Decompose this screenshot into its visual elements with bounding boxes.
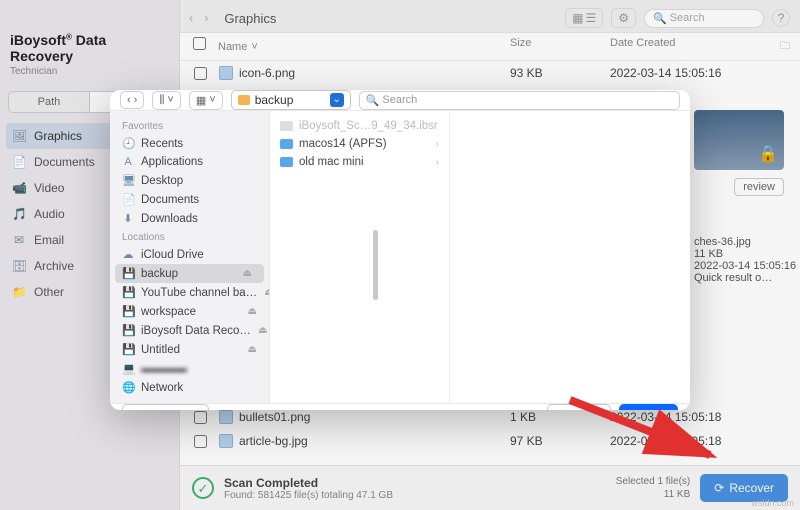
search-icon: 🔍 bbox=[366, 94, 380, 107]
folder-icon bbox=[280, 157, 293, 167]
chevron-left-icon: ‹ bbox=[127, 94, 131, 106]
sheet-toolbar: ‹› ⫼ ˅ ▦ ˅ backup ⌄ 🔍Search bbox=[110, 90, 690, 111]
file-icon bbox=[280, 121, 293, 131]
sheet-sidebar: Favorites 🕘Recents AApplications 🖥Deskto… bbox=[110, 111, 270, 403]
cloud-icon: ☁ bbox=[122, 248, 134, 261]
drive-icon: 💾 bbox=[122, 305, 134, 318]
sidebar-item-network[interactable]: 🌐Network bbox=[110, 378, 269, 397]
chevron-right-icon: › bbox=[436, 139, 439, 150]
sheet-view-columns[interactable]: ⫼ ˅ bbox=[152, 91, 181, 110]
sheet-search[interactable]: 🔍Search bbox=[359, 91, 680, 110]
scrollbar-thumb[interactable] bbox=[373, 230, 378, 300]
sidebar-item-iboysoft[interactable]: 💾iBoysoft Data Reco…⏏ bbox=[110, 321, 269, 340]
desktop-icon: 🖥 bbox=[122, 174, 134, 187]
select-button[interactable]: Select bbox=[619, 404, 678, 410]
browser-column-1: iBoysoft_Sc…9_49_34.ibsr macos14 (APFS)›… bbox=[270, 111, 450, 403]
columns-icon: ⫼ bbox=[159, 94, 164, 107]
locations-heading: Locations bbox=[110, 228, 269, 245]
list-item[interactable]: old mac mini› bbox=[270, 153, 449, 171]
folder-icon bbox=[238, 95, 250, 105]
sidebar-item-youtube[interactable]: 💾YouTube channel ba…⏏ bbox=[110, 283, 269, 302]
eject-icon[interactable]: ⏏ bbox=[248, 344, 257, 355]
drive-icon: 💾 bbox=[122, 343, 134, 356]
computer-icon: 💻 bbox=[122, 362, 134, 375]
cancel-button[interactable]: Cancel bbox=[547, 404, 610, 410]
location-dropdown[interactable]: backup ⌄ bbox=[231, 90, 351, 110]
sidebar-item-documents[interactable]: 📄Documents bbox=[110, 190, 269, 209]
eject-icon[interactable]: ⏏ bbox=[243, 268, 252, 279]
watermark: wsldn.com bbox=[751, 498, 794, 508]
sheet-view-grid[interactable]: ▦ ˅ bbox=[189, 91, 223, 110]
chevron-right-icon: › bbox=[436, 157, 439, 168]
clock-icon: 🕘 bbox=[122, 137, 134, 150]
save-sheet: ‹› ⫼ ˅ ▦ ˅ backup ⌄ 🔍Search Favorites 🕘R… bbox=[110, 90, 690, 410]
sidebar-item-downloads[interactable]: ⬇Downloads bbox=[110, 209, 269, 228]
eject-icon[interactable]: ⏏ bbox=[264, 287, 269, 298]
chevron-right-icon: › bbox=[134, 94, 138, 106]
chevron-down-icon: ⌄ bbox=[330, 93, 344, 107]
sidebar-item-computer[interactable]: 💻▬▬▬▬ bbox=[110, 359, 269, 378]
drive-icon: 💾 bbox=[122, 324, 134, 337]
sidebar-item-backup[interactable]: 💾backup⏏ bbox=[115, 264, 264, 283]
network-icon: 🌐 bbox=[122, 381, 134, 394]
sidebar-item-desktop[interactable]: 🖥Desktop bbox=[110, 171, 269, 190]
sidebar-item-icloud[interactable]: ☁iCloud Drive bbox=[110, 245, 269, 264]
sheet-footer: New Folder Cancel Select bbox=[110, 403, 690, 410]
sidebar-item-applications[interactable]: AApplications bbox=[110, 153, 269, 171]
eject-icon[interactable]: ⏏ bbox=[248, 306, 257, 317]
sidebar-item-workspace[interactable]: 💾workspace⏏ bbox=[110, 302, 269, 321]
grid-icon: ▦ bbox=[196, 94, 206, 107]
list-item[interactable]: iBoysoft_Sc…9_49_34.ibsr bbox=[270, 117, 449, 135]
new-folder-button[interactable]: New Folder bbox=[122, 404, 209, 410]
sheet-nav[interactable]: ‹› bbox=[120, 91, 144, 109]
drive-icon: 💾 bbox=[122, 286, 134, 299]
folder-icon bbox=[280, 139, 293, 149]
sidebar-item-untitled[interactable]: 💾Untitled⏏ bbox=[110, 340, 269, 359]
apps-icon: A bbox=[122, 156, 134, 168]
document-icon: 📄 bbox=[122, 193, 134, 206]
drive-icon: 💾 bbox=[122, 267, 134, 280]
browser-column-2 bbox=[450, 111, 690, 403]
eject-icon[interactable]: ⏏ bbox=[258, 325, 267, 336]
column-browser: iBoysoft_Sc…9_49_34.ibsr macos14 (APFS)›… bbox=[270, 111, 690, 403]
download-icon: ⬇ bbox=[122, 212, 134, 225]
sidebar-item-recents[interactable]: 🕘Recents bbox=[110, 134, 269, 153]
list-item[interactable]: macos14 (APFS)› bbox=[270, 135, 449, 153]
favorites-heading: Favorites bbox=[110, 117, 269, 134]
